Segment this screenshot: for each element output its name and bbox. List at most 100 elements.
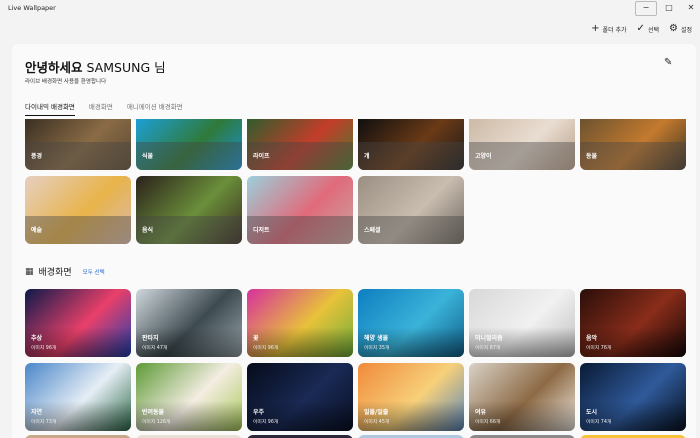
tile-label: 디저트 xyxy=(253,227,270,234)
wallpaper-tile[interactable]: 자연이미지 73개 xyxy=(25,363,131,431)
user-name: SAMSUNG 님 xyxy=(86,60,166,75)
dynamic-tile[interactable]: 스페셜 xyxy=(358,176,464,244)
wallpaper-tile[interactable]: 도시이미지 74개 xyxy=(580,363,686,431)
tile-count: 이미지 45개 xyxy=(364,420,390,425)
dynamic-wallpaper-grid: 풍경 식물 라이프 개 고양이 동물예술 음식 디저트 스페셜 xyxy=(25,119,686,244)
tile-caption: 자연이미지 73개 xyxy=(25,401,131,431)
wallpaper-section-header: ▦ 배경화면 모두 선택 xyxy=(25,265,105,279)
tile-title: 반려동물 xyxy=(142,409,165,416)
tile-count: 이미지 76개 xyxy=(586,346,612,351)
tile-count: 이미지 66개 xyxy=(475,420,501,425)
tile-label: 고양이 xyxy=(475,153,492,160)
tab-wallpaper[interactable]: 배경화면 xyxy=(89,101,113,116)
tile-caption: 음악이미지 76개 xyxy=(580,327,686,357)
tile-title: 판타지 xyxy=(142,335,159,342)
dynamic-tile[interactable]: 음식 xyxy=(136,176,242,244)
tile-count: 이미지 96개 xyxy=(253,420,279,425)
tile-title: 일몰/일출 xyxy=(364,409,389,416)
select-button[interactable]: ✓ 선택 xyxy=(637,24,659,34)
wallpaper-tile[interactable]: 음악이미지 76개 xyxy=(580,289,686,357)
tile-count: 이미지 74개 xyxy=(586,420,612,425)
maximize-button[interactable]: □ xyxy=(658,0,680,16)
tile-label: 스페셜 xyxy=(364,227,381,234)
tile-caption: 해양 생물 이미지 35개 xyxy=(358,327,464,357)
app-title: Live Wallpaper xyxy=(8,4,56,12)
wallpaper-tile[interactable]: 해양 생물 이미지 35개 xyxy=(358,289,464,357)
wallpaper-grid: 추상 이미지 96개 판타지 이미지 47개 꽃 이미지 96개 해양 생물 이미지 35개 미… xyxy=(25,289,686,431)
settings-label: 설정 xyxy=(680,26,692,34)
tile-caption: 반려동물 이미지 126개 xyxy=(136,401,242,431)
grid-icon: ▦ xyxy=(25,266,34,277)
select-all-link[interactable]: 모두 선택 xyxy=(83,268,105,276)
tile-label-bar: 동물 xyxy=(580,142,686,170)
tile-title: 해양 생물 xyxy=(364,335,389,342)
pencil-icon[interactable]: ✎ xyxy=(664,57,672,68)
tile-label-bar: 개 xyxy=(358,142,464,170)
tile-label: 동물 xyxy=(586,153,598,160)
select-label: 선택 xyxy=(647,26,659,34)
tile-title: 우주 xyxy=(253,409,265,416)
tile-label: 풍경 xyxy=(31,153,43,160)
tile-title: 꽃 xyxy=(253,335,259,342)
add-folder-button[interactable]: + 폴더 추가 xyxy=(591,24,626,34)
tile-caption: 추상이미지 96개 xyxy=(25,327,131,357)
wallpaper-tile[interactable]: 일몰/일출이미지 45개 xyxy=(358,363,464,431)
tile-caption: 우주이미지 96개 xyxy=(247,401,353,431)
main-panel: 안녕하세요 SAMSUNG 님 라이브 배경화면 사용을 환영합니다 ✎ 다이내믹… xyxy=(12,44,696,438)
add-folder-label: 폴더 추가 xyxy=(602,26,627,34)
wallpaper-tile[interactable]: 여유 이미지 66개 xyxy=(469,363,575,431)
greeting: 안녕하세요 SAMSUNG 님 xyxy=(25,57,166,76)
tile-label-bar: 풍경 xyxy=(25,142,131,170)
welcome-subtitle: 라이브 배경화면 사용을 환영합니다 xyxy=(25,79,107,85)
close-button[interactable]: ✕ xyxy=(680,0,700,16)
dynamic-tile[interactable]: 고양이 xyxy=(469,119,575,170)
tile-label-bar: 고양이 xyxy=(469,142,575,170)
tile-caption: 판타지이미지 47개 xyxy=(136,327,242,357)
dynamic-tile[interactable]: 풍경 xyxy=(25,119,131,170)
tile-caption: 도시이미지 74개 xyxy=(580,401,686,431)
tile-label-bar: 스페셜 xyxy=(358,216,464,244)
check-circle-icon: ✓ xyxy=(636,23,645,34)
tab-dynamic[interactable]: 다이내믹 배경화면 xyxy=(25,101,75,116)
gear-icon: ⚙ xyxy=(668,23,678,34)
wallpaper-tile[interactable]: 판타지이미지 47개 xyxy=(136,289,242,357)
wallpaper-tile[interactable]: 꽃이미지 96개 xyxy=(247,289,353,357)
tile-title: 자연 xyxy=(31,409,43,416)
tile-title: 도시 xyxy=(586,409,598,416)
tile-title: 추상 xyxy=(31,335,43,342)
tile-label-bar: 예술 xyxy=(25,216,131,244)
tab-animation[interactable]: 애니메이션 배경화면 xyxy=(127,101,183,116)
dynamic-tile[interactable]: 개 xyxy=(358,119,464,170)
tile-count: 이미지 96개 xyxy=(253,346,279,351)
settings-button[interactable]: ⚙ 설정 xyxy=(669,24,692,34)
toolbar: + 폴더 추가 ✓ 선택 ⚙ 설정 xyxy=(591,22,692,36)
tile-count: 이미지 73개 xyxy=(31,420,57,425)
dynamic-tile[interactable]: 예술 xyxy=(25,176,131,244)
dynamic-tile[interactable]: 디저트 xyxy=(247,176,353,244)
wallpaper-tile[interactable]: 추상이미지 96개 xyxy=(25,289,131,357)
tile-label: 개 xyxy=(364,153,370,160)
dynamic-tile[interactable]: 라이프 xyxy=(247,119,353,170)
greeting-text: 안녕하세요 xyxy=(25,60,83,75)
tile-label: 음식 xyxy=(142,227,154,234)
tile-title: 음악 xyxy=(586,335,598,342)
wallpaper-tile[interactable]: 미니멀리즘이미지 87개 xyxy=(469,289,575,357)
tile-title: 미니멀리즘 xyxy=(475,335,503,342)
section-title: 배경화면 xyxy=(38,268,72,278)
tile-count: 이미지 47개 xyxy=(142,346,168,351)
tile-caption: 일몰/일출이미지 45개 xyxy=(358,401,464,431)
tile-caption: 꽃이미지 96개 xyxy=(247,327,353,357)
tile-count: 이미지 87개 xyxy=(475,346,501,351)
minimize-button[interactable]: − xyxy=(635,1,657,16)
tile-caption: 미니멀리즘이미지 87개 xyxy=(469,327,575,357)
tile-label: 예술 xyxy=(31,227,43,234)
dynamic-tile[interactable]: 식물 xyxy=(136,119,242,170)
plus-icon: + xyxy=(591,23,600,34)
wallpaper-tile[interactable]: 반려동물 이미지 126개 xyxy=(136,363,242,431)
tile-count: 이미지 96개 xyxy=(31,346,57,351)
tile-label-bar: 음식 xyxy=(136,216,242,244)
dynamic-tile[interactable]: 동물 xyxy=(580,119,686,170)
tile-label-bar: 식물 xyxy=(136,142,242,170)
wallpaper-tile[interactable]: 우주이미지 96개 xyxy=(247,363,353,431)
tile-label: 라이프 xyxy=(253,153,270,160)
